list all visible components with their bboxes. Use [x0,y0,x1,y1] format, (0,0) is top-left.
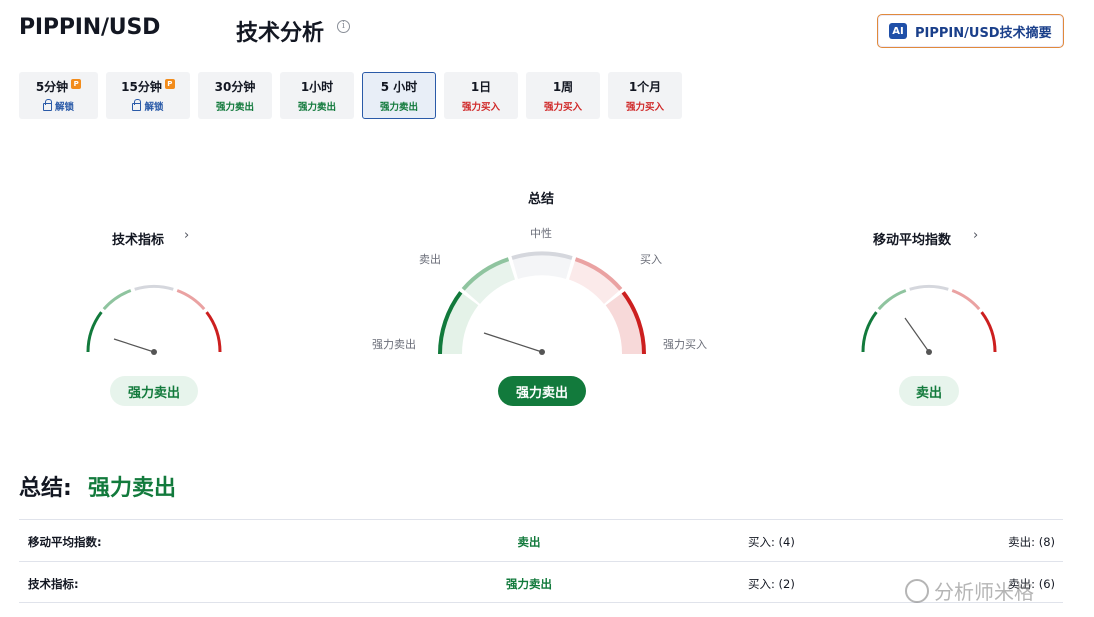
gauge-seg-strong-sell [86,311,103,353]
gauge-seg-neutral [909,284,949,291]
tab-label: 1小时 [300,80,334,94]
tab-signal: 强力卖出 [297,102,336,113]
gauge-pivot [539,349,545,355]
gauge-pivot [151,349,157,355]
tab-unlock-label: 解锁 [144,102,164,113]
label-strong-sell: 强力卖出 [372,338,416,351]
row-name: 技术指标: [28,577,79,591]
tab-label: 1周 [552,80,574,94]
gauge-seg-strong-sell [861,311,878,353]
row-signal: 强力卖出 [506,577,552,591]
gauge-seg-strong-buy [205,311,222,353]
symbol-title: PIPPIN/USD [19,15,161,40]
tab-signal: 强力卖出 [379,102,418,113]
summary-gauge [438,251,646,355]
premium-icon: P [71,78,82,89]
row-signal: 卖出 [517,535,541,549]
tab-signal: 强力买入 [461,102,500,113]
premium-icon: P [164,78,175,89]
tab-label: 1日 [470,80,492,94]
lock-icon [42,99,52,111]
label-neutral: 中性 [530,227,552,240]
chevron-right-icon[interactable]: › [184,228,189,243]
page-title: 技术分析 [236,21,325,46]
tab-5min[interactable]: 5分钟 P 解锁 [19,72,98,119]
tab-15min[interactable]: 15分钟 P 解锁 [106,72,190,119]
row-sell-count: 卖出: (8) [1008,535,1055,549]
tab-label: 30分钟 [214,80,256,94]
watermark: 分析师米格 [900,573,1034,608]
tab-1d[interactable]: 1日 强力买入 [444,72,518,119]
tab-1h[interactable]: 1小时 强力卖出 [280,72,354,119]
gauge-seg-sell [877,289,907,311]
timeframe-tabs: 5分钟 P 解锁 15分钟 P 解锁 30分钟 强力卖出 1小时 强力卖出 5 小时… [19,72,690,119]
ai-summary-button[interactable]: AI PIPPIN/USD技术摘要 [877,14,1064,48]
tab-unlock-label: 解锁 [54,102,74,113]
tab-label: 15分钟 [121,80,162,94]
moving-averages-title[interactable]: 移动平均指数 [873,229,951,248]
tech-indicators-title[interactable]: 技术指标 [112,229,164,248]
tab-signal: 强力卖出 [215,102,254,113]
tab-label: 1个月 [628,80,662,94]
summary-gauge-signal: 强力卖出 [498,376,586,406]
info-icon[interactable]: i [337,20,350,33]
table-row: 移动平均指数: 卖出 买入: (4) 卖出: (8) [19,519,1063,561]
tab-1m[interactable]: 1个月 强力买入 [608,72,682,119]
gauge-needle [483,332,543,353]
tab-signal: 强力买入 [543,102,582,113]
chevron-right-icon[interactable]: › [973,228,978,243]
gauge-needle [113,338,155,353]
watermark-logo-icon [900,573,934,608]
row-buy-count: 买入: (2) [748,577,795,591]
label-strong-buy: 强力买入 [663,338,707,351]
summary-label: 总结: [19,476,72,501]
gauge-seg-sell [102,289,132,311]
watermark-text: 分析师米格 [934,580,1034,604]
tech-indicators-gauge [86,284,222,355]
tab-signal: 强力买入 [625,102,664,113]
gauge-seg-buy [176,289,206,311]
gauge-needle [904,317,930,353]
summary-gauge-title: 总结 [528,192,555,207]
tab-1w[interactable]: 1周 强力买入 [526,72,600,119]
ai-icon: AI [889,23,907,39]
ai-summary-label: PIPPIN/USD技术摘要 [915,25,1052,41]
gauge-seg-neutral [134,284,174,291]
row-buy-count: 买入: (4) [748,535,795,549]
tech-indicators-signal: 强力卖出 [110,376,198,406]
moving-averages-gauge [861,284,997,355]
gauge-seg-strong-buy [980,311,997,353]
gauge-seg-buy [951,289,981,311]
moving-averages-signal: 卖出 [899,376,959,406]
lock-icon [132,99,142,111]
tab-30min[interactable]: 30分钟 强力卖出 [198,72,272,119]
tab-label: 5 小时 [380,80,418,94]
row-name: 移动平均指数: [28,535,102,549]
tab-5h[interactable]: 5 小时 强力卖出 [362,72,436,119]
summary-value: 强力卖出 [88,476,177,501]
tab-label: 5分钟 [35,80,69,94]
gauge-pivot [926,349,932,355]
